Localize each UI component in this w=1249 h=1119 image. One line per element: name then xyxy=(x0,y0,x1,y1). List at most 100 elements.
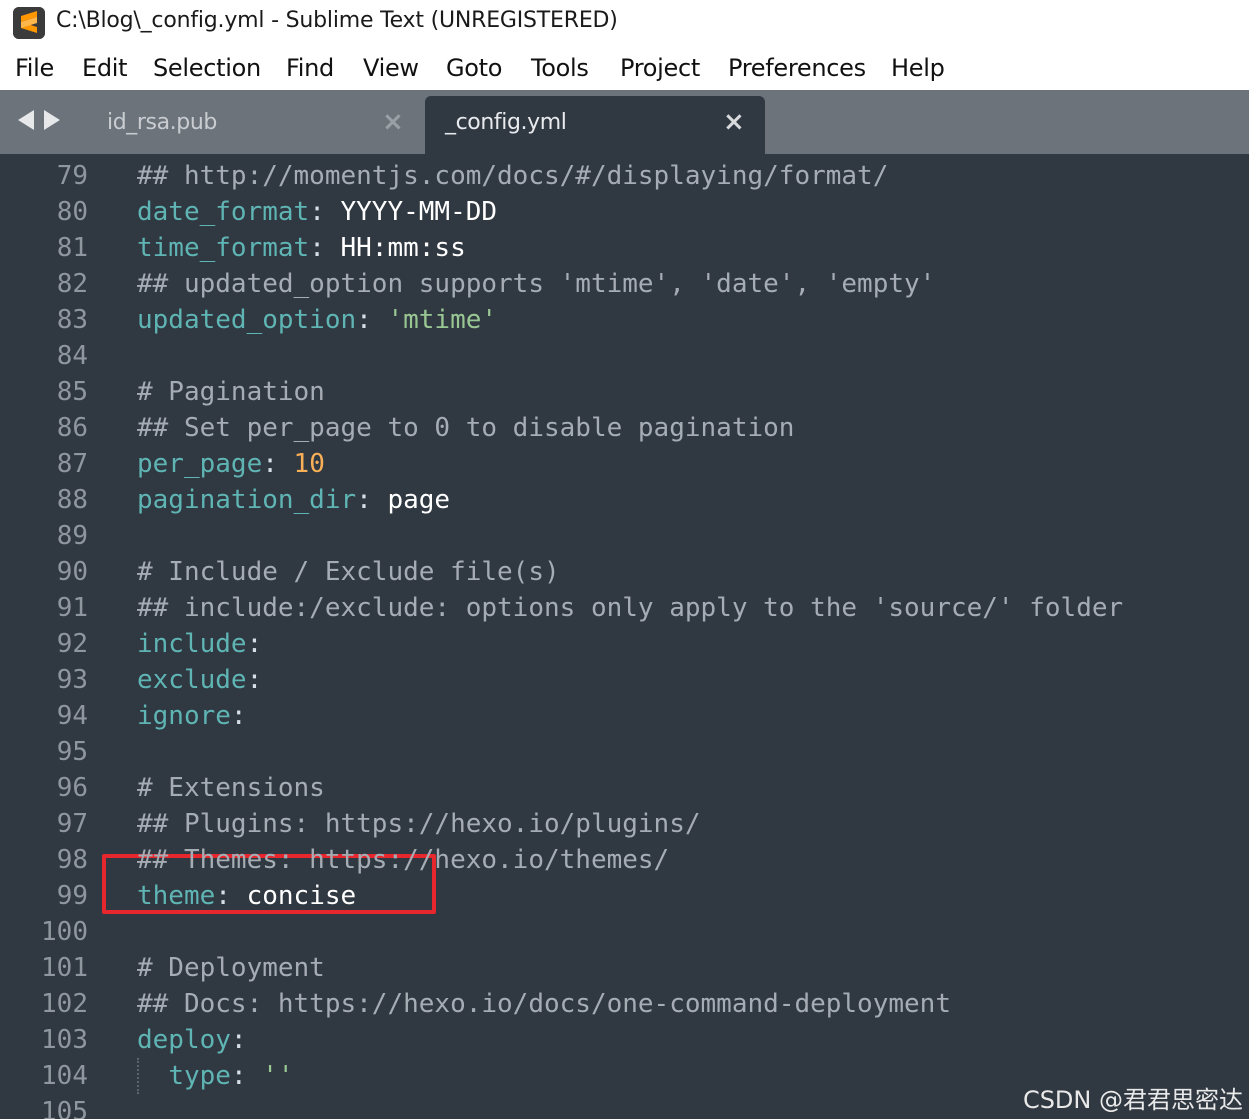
code-text: ## Docs: https://hexo.io/docs/one-comman… xyxy=(137,986,951,1022)
line-number: 92 xyxy=(56,629,88,659)
token-key: type xyxy=(168,1061,231,1091)
code-line[interactable]: 83 updated_option: 'mtime' xyxy=(0,302,1249,338)
token-punct: : xyxy=(215,881,247,911)
code-line[interactable]: 95 xyxy=(0,734,1249,770)
line-number: 93 xyxy=(56,665,88,695)
code-line[interactable]: 87 per_page: 10 xyxy=(0,446,1249,482)
token-comment: # Include / Exclude file(s) xyxy=(137,557,560,587)
code-text: deploy: xyxy=(137,1022,247,1058)
token-key: updated_option xyxy=(137,305,357,335)
token-key: date_format xyxy=(137,197,310,227)
token-punct: : xyxy=(356,485,388,515)
code-line[interactable]: 102 ## Docs: https://hexo.io/docs/one-com… xyxy=(0,986,1249,1022)
tab-bar: id_rsa.pub × _config.yml × xyxy=(0,90,1249,154)
code-line[interactable]: 96 # Extensions xyxy=(0,770,1249,806)
menu-file[interactable]: File xyxy=(15,54,54,82)
tab-label: _config.yml xyxy=(445,110,567,135)
code-line[interactable]: 93 exclude: xyxy=(0,662,1249,698)
code-line[interactable]: 88 pagination_dir: page xyxy=(0,482,1249,518)
code-line[interactable]: 90 # Include / Exclude file(s) xyxy=(0,554,1249,590)
line-number: 84 xyxy=(56,341,88,371)
token-comment: ## Themes: https://hexo.io/themes/ xyxy=(137,845,670,875)
indent-guide xyxy=(137,1058,139,1094)
token-punct: : xyxy=(309,197,341,227)
menu-project[interactable]: Project xyxy=(620,54,700,82)
code-line[interactable]: 97 ## Plugins: https://hexo.io/plugins/ xyxy=(0,806,1249,842)
line-number: 89 xyxy=(56,521,88,551)
code-text: ## include:/exclude: options only apply … xyxy=(137,590,1123,626)
sublime-text-icon xyxy=(13,7,45,39)
token-num: 10 xyxy=(293,449,325,479)
code-line[interactable]: 85 # Pagination xyxy=(0,374,1249,410)
title-bar: C:\Blog\_config.yml - Sublime Text (UNRE… xyxy=(0,0,1249,46)
code-line[interactable]: 99 theme: concise xyxy=(0,878,1249,914)
code-line[interactable]: 80 date_format: YYYY-MM-DD xyxy=(0,194,1249,230)
line-number: 86 xyxy=(56,413,88,443)
code-line[interactable]: 86 ## Set per_page to 0 to disable pagina… xyxy=(0,410,1249,446)
line-number: 95 xyxy=(56,737,88,767)
code-line[interactable]: 98 ## Themes: https://hexo.io/themes/ xyxy=(0,842,1249,878)
menu-help[interactable]: Help xyxy=(891,54,945,82)
menu-view[interactable]: View xyxy=(363,54,419,82)
tab-id-rsa-pub[interactable]: id_rsa.pub × xyxy=(82,96,420,154)
arrow-left-icon[interactable] xyxy=(18,110,34,130)
line-number: 98 xyxy=(56,845,88,875)
code-text: # Extensions xyxy=(137,770,325,806)
token-key: ignore xyxy=(137,701,231,731)
code-line[interactable]: 100 xyxy=(0,914,1249,950)
code-line[interactable]: 79 ## http://momentjs.com/docs/#/displayi… xyxy=(0,158,1249,194)
code-text: per_page: 10 xyxy=(137,446,325,482)
token-punct: : xyxy=(246,665,263,695)
token-punct: : xyxy=(230,701,247,731)
code-line[interactable]: 101 # Deployment xyxy=(0,950,1249,986)
line-number: 99 xyxy=(56,881,88,911)
menu-tools[interactable]: Tools xyxy=(531,54,589,82)
code-line[interactable]: 84 xyxy=(0,338,1249,374)
code-line[interactable]: 103 deploy: xyxy=(0,1022,1249,1058)
code-line[interactable]: 92 include: xyxy=(0,626,1249,662)
code-text: time_format: HH:mm:ss xyxy=(137,230,466,266)
menu-edit[interactable]: Edit xyxy=(82,54,128,82)
arrow-right-icon[interactable] xyxy=(44,110,60,130)
code-line[interactable]: 81 time_format: HH:mm:ss xyxy=(0,230,1249,266)
token-str: '' xyxy=(262,1061,294,1091)
token-comment: ## Plugins: https://hexo.io/plugins/ xyxy=(137,809,701,839)
token-key: pagination_dir xyxy=(137,485,357,515)
watermark: CSDN @君君思密达 xyxy=(1022,1086,1243,1114)
code-line[interactable]: 89 xyxy=(0,518,1249,554)
code-text: ## http://momentjs.com/docs/#/displaying… xyxy=(137,158,888,194)
menu-goto[interactable]: Goto xyxy=(446,54,502,82)
line-number: 83 xyxy=(56,305,88,335)
code-line[interactable]: 82 ## updated_option supports 'mtime', 'd… xyxy=(0,266,1249,302)
token-punct: : xyxy=(230,1061,263,1091)
token-val: HH:mm:ss xyxy=(340,233,466,263)
menu-selection[interactable]: Selection xyxy=(153,54,261,82)
code-text: # Include / Exclude file(s) xyxy=(137,554,560,590)
code-text: type: '' xyxy=(137,1058,294,1094)
token-punct: : xyxy=(309,233,341,263)
line-number: 101 xyxy=(41,953,88,983)
code-text: ## Plugins: https://hexo.io/plugins/ xyxy=(137,806,701,842)
close-icon[interactable]: × xyxy=(382,107,404,137)
line-number: 96 xyxy=(56,773,88,803)
token-comment: # Extensions xyxy=(137,773,325,803)
code-text: # Pagination xyxy=(137,374,325,410)
tab-label: id_rsa.pub xyxy=(107,110,217,135)
close-icon[interactable]: × xyxy=(723,107,745,137)
code-text: theme: concise xyxy=(137,878,356,914)
token-punct: : xyxy=(230,1025,247,1055)
menu-find[interactable]: Find xyxy=(286,54,334,82)
code-text: updated_option: 'mtime' xyxy=(137,302,497,338)
window-title: C:\Blog\_config.yml - Sublime Text (UNRE… xyxy=(56,8,618,33)
code-editor[interactable]: 79 ## http://momentjs.com/docs/#/displayi… xyxy=(0,154,1249,1119)
tab-config-yml[interactable]: _config.yml × xyxy=(425,96,765,154)
token-comment: ## updated_option supports 'mtime', 'dat… xyxy=(137,269,936,299)
code-line[interactable]: 91 ## include:/exclude: options only appl… xyxy=(0,590,1249,626)
token-str: 'mtime' xyxy=(387,305,498,335)
menu-preferences[interactable]: Preferences xyxy=(728,54,866,82)
token-punct: : xyxy=(246,629,263,659)
code-line[interactable]: 94 ignore: xyxy=(0,698,1249,734)
code-text: ## Set per_page to 0 to disable paginati… xyxy=(137,410,794,446)
code-text: # Deployment xyxy=(137,950,325,986)
code-text: ## updated_option supports 'mtime', 'dat… xyxy=(137,266,935,302)
